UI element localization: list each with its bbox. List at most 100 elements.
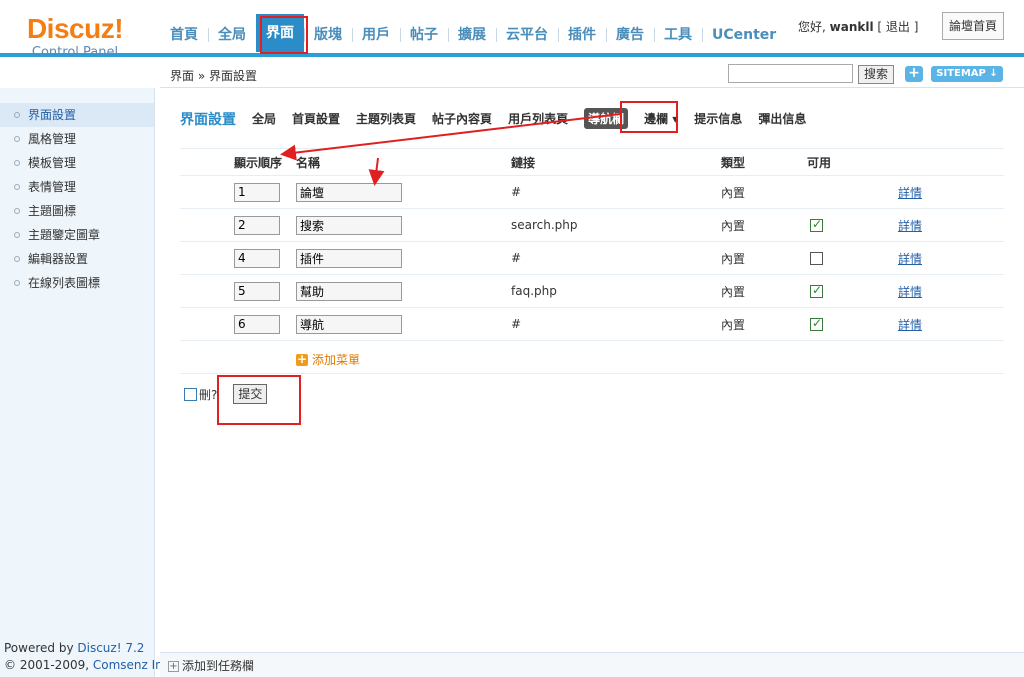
nav-table: 顯示順序 名稱 鏈接 類型 可用 #內置詳情search.php內置詳情#內置詳…: [180, 148, 1004, 374]
user-greeting: 您好,: [798, 20, 826, 34]
sidebar-item[interactable]: 模板管理: [0, 151, 154, 175]
enabled-cell: [810, 242, 823, 274]
order-input[interactable]: [234, 281, 280, 301]
name-cell: [296, 275, 402, 307]
sidebar-item-label: 風格管理: [28, 132, 77, 146]
table-row: # 內置 詳情: [180, 176, 1004, 209]
settings-tab[interactable]: 提示信息: [694, 110, 742, 127]
nav-item[interactable]: 全局: [208, 18, 256, 52]
name-input[interactable]: [296, 215, 402, 235]
search-button[interactable]: 搜索: [858, 65, 894, 84]
delete-checkbox[interactable]: [184, 387, 197, 401]
link-cell: #: [511, 251, 522, 265]
nav-item[interactable]: 廣告: [606, 18, 654, 52]
plus-box-icon: +: [168, 661, 179, 672]
sidebar-item-label: 主題圖標: [28, 204, 77, 218]
logo-name: Discuz!: [26, 13, 124, 44]
type-cell: 內置: [721, 218, 746, 233]
nav-item[interactable]: 工具: [654, 18, 702, 52]
settings-tab[interactable]: 用戶列表頁: [508, 110, 568, 127]
breadcrumb-bar: 界面 » 界面設置 搜索 + SITEMAP ↓: [160, 60, 1024, 88]
enabled-checkbox[interactable]: [810, 283, 823, 298]
settings-tab[interactable]: 彈出信息: [758, 110, 806, 127]
sidebar-item[interactable]: 風格管理: [0, 127, 154, 151]
header-name: 名稱: [296, 155, 321, 170]
nav-item[interactable]: 用戶: [352, 18, 400, 52]
sidebar-item[interactable]: 編輯器設置: [0, 247, 154, 271]
sidebar-item[interactable]: 主題鑒定圖章: [0, 223, 154, 247]
settings-tab[interactable]: 首頁設置: [292, 110, 340, 127]
order-input[interactable]: [234, 248, 280, 268]
settings-tab[interactable]: 主題列表頁: [356, 110, 416, 127]
sitemap-button[interactable]: SITEMAP ↓: [931, 66, 1003, 82]
header-type: 類型: [721, 155, 746, 170]
order-input[interactable]: [234, 182, 280, 202]
nav-item[interactable]: 首頁: [160, 18, 208, 52]
settings-tab[interactable]: 邊欄 ▾: [644, 110, 678, 127]
settings-tab[interactable]: 全局: [252, 110, 276, 127]
detail-link[interactable]: 詳情: [898, 316, 922, 333]
type-cell: 內置: [721, 251, 746, 266]
submit-button[interactable]: 提交: [233, 384, 268, 404]
add-to-taskbar[interactable]: + 添加到任務欄: [168, 657, 254, 674]
detail-cell: 詳情: [898, 209, 922, 241]
page-title: 界面設置: [180, 111, 236, 128]
link-cell: search.php: [511, 218, 578, 232]
nav-item[interactable]: 版塊: [304, 18, 352, 52]
add-menu-label: 添加菜單: [312, 353, 361, 367]
table-body: #內置詳情search.php內置詳情#內置詳情faq.php內置詳情#內置詳情: [180, 176, 1004, 341]
name-input[interactable]: [296, 314, 402, 334]
plus-icon: +: [296, 351, 308, 366]
sidebar-item-label: 模板管理: [28, 156, 77, 170]
sidebar-item-label: 主題鑒定圖章: [28, 228, 101, 242]
search-input[interactable]: [728, 64, 853, 83]
order-input[interactable]: [234, 314, 280, 334]
footer-actions: 刪? 提交: [184, 384, 268, 404]
copyright-prefix: © 2001-2009,: [4, 658, 93, 672]
header-enabled: 可用: [807, 155, 832, 170]
enabled-cell: [810, 275, 823, 307]
nav-item[interactable]: 插件: [558, 18, 606, 52]
powered-by: Powered by Discuz! 7.2 © 2001-2009, Coms…: [4, 640, 173, 674]
forum-home-button[interactable]: 論壇首頁: [942, 12, 1004, 40]
settings-tabs: 界面設置 全局 首頁設置 主題列表頁 帖子內容頁 用戶列表頁 導航欄 邊欄 ▾ 提示信息 彈出信…: [180, 108, 822, 129]
add-shortcut-button[interactable]: +: [905, 66, 923, 82]
enabled-checkbox[interactable]: [810, 316, 823, 331]
detail-link[interactable]: 詳情: [898, 250, 922, 267]
enabled-checkbox[interactable]: [810, 251, 823, 265]
nav-item[interactable]: 云平台: [496, 18, 558, 52]
settings-tab[interactable]: 導航欄: [584, 108, 629, 129]
type-cell: 內置: [721, 284, 746, 299]
discuz-version-link[interactable]: Discuz! 7.2: [77, 641, 144, 655]
table-row: faq.php 內置 詳情: [180, 275, 1004, 308]
name-input[interactable]: [296, 281, 402, 301]
name-input[interactable]: [296, 182, 402, 202]
nav-item[interactable]: 帖子: [400, 18, 448, 52]
logout-link[interactable]: [ 退出 ]: [877, 20, 918, 34]
main-nav: 首頁 全局 界面 版塊 用戶 帖子 擴展 云平台 插件 廣告 工具 UCenter: [160, 14, 786, 52]
order-input[interactable]: [234, 215, 280, 235]
sidebar: 界面設置風格管理模板管理表情管理主題圖標主題鑒定圖章 編輯器設置在線列表圖標 Po…: [0, 88, 173, 677]
top-header: Discuz! Control Panel 首頁 全局 界面 版塊 用戶 帖子 擴展 云平台插…: [0, 0, 1024, 60]
sidebar-item-label: 編輯器設置: [28, 252, 89, 266]
detail-link[interactable]: 詳情: [898, 217, 922, 234]
detail-link[interactable]: 詳情: [898, 283, 922, 300]
nav-item[interactable]: UCenter: [702, 18, 786, 52]
nav-item[interactable]: 擴展: [448, 18, 496, 52]
sidebar-item[interactable]: 界面設置: [0, 103, 154, 127]
sidebar-item[interactable]: 主題圖標: [0, 199, 154, 223]
enabled-checkbox[interactable]: [810, 217, 823, 232]
order-cell: [234, 308, 280, 340]
nav-item[interactable]: 界面: [256, 14, 304, 52]
name-cell: [296, 308, 402, 340]
header-link: 鏈接: [511, 155, 536, 170]
detail-link[interactable]: 詳情: [898, 184, 922, 201]
discuz-logo[interactable]: Discuz! Control Panel: [0, 14, 150, 61]
settings-tab[interactable]: 帖子內容頁: [432, 110, 492, 127]
name-input[interactable]: [296, 248, 402, 268]
sidebar-item[interactable]: 在線列表圖標: [0, 271, 154, 295]
add-menu-link[interactable]: + 添加菜單: [296, 351, 360, 368]
table-row: # 內置 詳情: [180, 242, 1004, 275]
sidebar-item-label: 表情管理: [28, 180, 77, 194]
sidebar-item[interactable]: 表情管理: [0, 175, 154, 199]
